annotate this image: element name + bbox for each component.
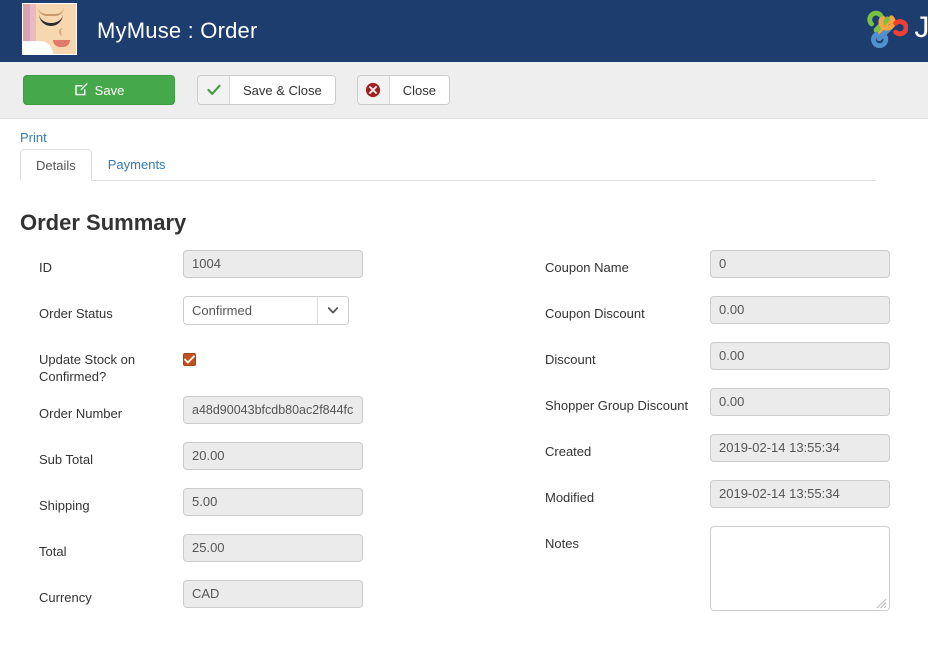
tab-payments[interactable]: Payments [92, 148, 182, 180]
section-title: Order Summary [20, 210, 908, 236]
update-stock-checkbox[interactable] [183, 353, 196, 366]
field-shopper-group-discount: Shopper Group Discount 0.00 [528, 388, 928, 434]
field-shopper-group-discount-label: Shopper Group Discount [528, 388, 710, 414]
main-content: Print Details Payments Order Summary ID … [0, 119, 928, 626]
id-input[interactable]: 1004 [183, 250, 363, 278]
save-button[interactable]: Save [23, 75, 175, 105]
sub-total-input[interactable]: 20.00 [183, 442, 363, 470]
shopper-group-discount-input[interactable]: 0.00 [710, 388, 890, 416]
pencil-square-icon [74, 82, 88, 99]
joomla-logo-icon [864, 4, 908, 51]
save-button-label: Save [95, 83, 125, 98]
field-discount-control: 0.00 [710, 342, 890, 370]
save-and-close-label: Save & Close [230, 76, 335, 104]
circle-x-icon [358, 76, 390, 104]
field-shipping: Shipping 5.00 [20, 488, 454, 534]
order-number-input[interactable]: a48d90043bfcdb80ac2f844fc [183, 396, 363, 424]
field-total-control: 25.00 [183, 534, 363, 562]
joomla-wordmark: Jo [914, 11, 928, 45]
created-input[interactable]: 2019-02-14 13:55:34 [710, 434, 890, 462]
field-order-status: Order Status Confirmed [20, 296, 454, 342]
field-id-label: ID [20, 250, 183, 276]
field-notes-control [710, 526, 890, 611]
field-coupon-name-control: 0 [710, 250, 890, 278]
currency-input[interactable]: CAD [183, 580, 363, 608]
field-id: ID 1004 [20, 250, 454, 296]
tab-details[interactable]: Details [20, 149, 92, 181]
field-total-label: Total [20, 534, 183, 560]
field-modified-control: 2019-02-14 13:55:34 [710, 480, 890, 508]
field-currency-label: Currency [20, 580, 183, 606]
close-button-label: Close [390, 76, 449, 104]
total-input[interactable]: 25.00 [183, 534, 363, 562]
field-created-control: 2019-02-14 13:55:34 [710, 434, 890, 462]
field-update-stock-label: Update Stock on Confirmed? [20, 342, 183, 385]
field-order-number-control: a48d90043bfcdb80ac2f844fc [183, 396, 363, 424]
coupon-discount-input[interactable]: 0.00 [710, 296, 890, 324]
coupon-name-input[interactable]: 0 [710, 250, 890, 278]
avatar-nose [59, 28, 71, 36]
order-summary-form: ID 1004 Order Status Confirmed [20, 250, 908, 626]
close-button[interactable]: Close [357, 75, 450, 105]
toolbar: Save Save & Close Close [0, 62, 928, 119]
field-currency-control: CAD [183, 580, 363, 608]
print-link[interactable]: Print [20, 130, 47, 145]
form-column-left: ID 1004 Order Status Confirmed [20, 250, 454, 626]
field-shipping-label: Shipping [20, 488, 183, 514]
field-update-stock: Update Stock on Confirmed? [20, 342, 454, 388]
discount-input[interactable]: 0.00 [710, 342, 890, 370]
page-title: MyMuse : Order [97, 18, 258, 44]
avatar [22, 3, 77, 55]
notes-textarea[interactable] [710, 526, 890, 611]
field-shipping-control: 5.00 [183, 488, 363, 516]
field-order-number: Order Number a48d90043bfcdb80ac2f844fc [20, 396, 454, 442]
field-coupon-discount: Coupon Discount 0.00 [528, 296, 928, 342]
shipping-input[interactable]: 5.00 [183, 488, 363, 516]
field-coupon-discount-control: 0.00 [710, 296, 890, 324]
close-button-wrap: Close [357, 75, 450, 105]
field-shopper-group-discount-control: 0.00 [710, 388, 890, 416]
field-order-number-label: Order Number [20, 396, 183, 422]
field-created-label: Created [528, 434, 710, 460]
resize-grip-icon[interactable] [876, 597, 887, 608]
field-modified: Modified 2019-02-14 13:55:34 [528, 480, 928, 526]
order-status-select[interactable]: Confirmed [183, 296, 349, 325]
field-created: Created 2019-02-14 13:55:34 [528, 434, 928, 480]
field-discount: Discount 0.00 [528, 342, 928, 388]
field-id-control: 1004 [183, 250, 363, 278]
chevron-down-icon [317, 297, 348, 324]
field-currency: Currency CAD [20, 580, 454, 626]
field-coupon-name-label: Coupon Name [528, 250, 710, 276]
check-icon [198, 76, 230, 104]
field-update-stock-control [183, 342, 196, 366]
form-column-right: Coupon Name 0 Coupon Discount 0.00 Disco… [528, 250, 928, 626]
field-order-status-label: Order Status [20, 296, 183, 322]
field-modified-label: Modified [528, 480, 710, 506]
field-discount-label: Discount [528, 342, 710, 368]
field-coupon-name: Coupon Name 0 [528, 250, 928, 296]
field-total: Total 25.00 [20, 534, 454, 580]
tab-bar: Details Payments [20, 150, 876, 181]
save-and-close-button[interactable]: Save & Close [197, 75, 336, 105]
field-order-status-control: Confirmed [183, 296, 349, 325]
field-sub-total-control: 20.00 [183, 442, 363, 470]
field-notes: Notes [528, 526, 928, 618]
app-header: MyMuse : Order Jo [0, 0, 928, 62]
joomla-brand: Jo [864, 4, 928, 51]
field-notes-label: Notes [528, 526, 710, 552]
modified-input[interactable]: 2019-02-14 13:55:34 [710, 480, 890, 508]
order-status-value: Confirmed [184, 297, 317, 324]
field-coupon-discount-label: Coupon Discount [528, 296, 710, 322]
field-sub-total-label: Sub Total [20, 442, 183, 468]
field-sub-total: Sub Total 20.00 [20, 442, 454, 488]
